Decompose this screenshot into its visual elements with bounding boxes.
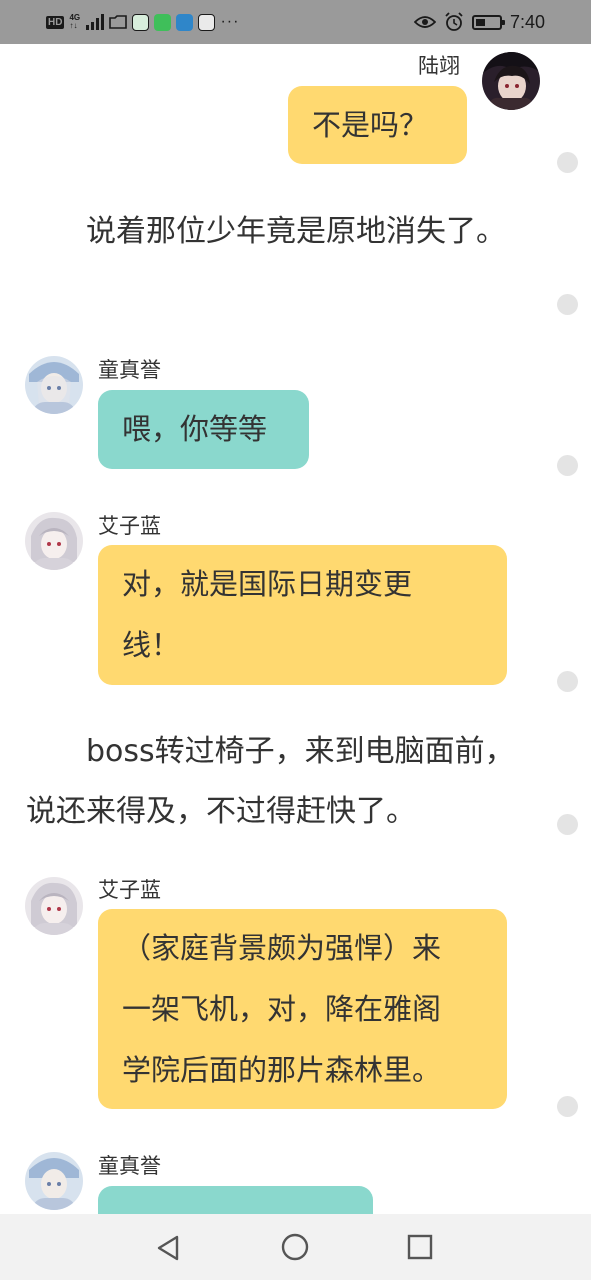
signal-icon	[86, 14, 105, 30]
avatar[interactable]	[25, 356, 83, 414]
comment-dot[interactable]	[557, 294, 578, 315]
folder-icon	[109, 15, 128, 29]
avatar[interactable]	[25, 1152, 83, 1210]
hd-icon: HD	[46, 15, 65, 29]
recents-icon[interactable]	[407, 1234, 433, 1260]
avatar[interactable]	[25, 877, 83, 935]
narration-text: boss转过椅子，来到电脑面前，说还来得及，不过得赶快了。	[26, 734, 515, 829]
message-bubble[interactable]: 喂，你等等	[98, 390, 309, 469]
eye-icon	[413, 16, 436, 28]
sender-name: 童真誉	[98, 1154, 161, 1178]
status-icons-right: 7:40	[413, 10, 545, 34]
sender-name: 艾子蓝	[98, 878, 161, 902]
status-time: 7:40	[509, 11, 545, 32]
message-text: （家庭背景颇为强悍）来	[122, 931, 442, 965]
sender-name: 艾子蓝	[98, 514, 161, 538]
comment-dot[interactable]	[557, 671, 578, 692]
message-text: 喂，你等等	[122, 412, 268, 446]
sender-name: 陆翊	[418, 54, 460, 78]
message-text: 学院后面的那片森林里。	[122, 1053, 442, 1087]
home-icon[interactable]	[281, 1233, 309, 1261]
back-icon[interactable]	[155, 1234, 181, 1262]
message-text: 对，就是国际日期变更	[122, 567, 413, 601]
message-bubble[interactable]: 不是吗？	[288, 86, 467, 164]
app-icon	[198, 13, 216, 31]
comment-dot[interactable]	[557, 1096, 578, 1117]
app-icon	[132, 13, 150, 31]
comment-dot[interactable]	[557, 455, 578, 476]
avatar[interactable]	[25, 512, 83, 570]
message-text: 一架飞机，对，降在雅阁	[122, 992, 442, 1026]
battery-icon	[471, 14, 505, 30]
status-bar: HD 4G ↑↓ ··· 7:40	[0, 0, 591, 44]
avatar[interactable]	[482, 52, 540, 110]
network-4g-icon: 4G ↑↓	[69, 13, 81, 30]
message-text: 不是吗？	[312, 108, 429, 142]
sender-name: 童真誉	[98, 358, 161, 382]
comment-dot[interactable]	[557, 814, 578, 835]
navigation-bar	[0, 1214, 591, 1280]
app-icon	[176, 13, 194, 31]
alarm-icon	[445, 12, 463, 31]
status-icons-left: HD 4G ↑↓ ···	[46, 12, 239, 32]
comment-dot[interactable]	[557, 152, 578, 173]
message-bubble[interactable]: 对，就是国际日期变更 线！	[98, 545, 507, 685]
message-bubble[interactable]: （家庭背景颇为强悍）来 一架飞机，对，降在雅阁 学院后面的那片森林里。	[98, 909, 507, 1109]
narration-text: 说着那位少年竟是原地消失了。	[86, 214, 506, 249]
app-icon	[154, 13, 172, 31]
message-text: 线！	[122, 628, 181, 662]
more-icon: ···	[220, 13, 240, 30]
